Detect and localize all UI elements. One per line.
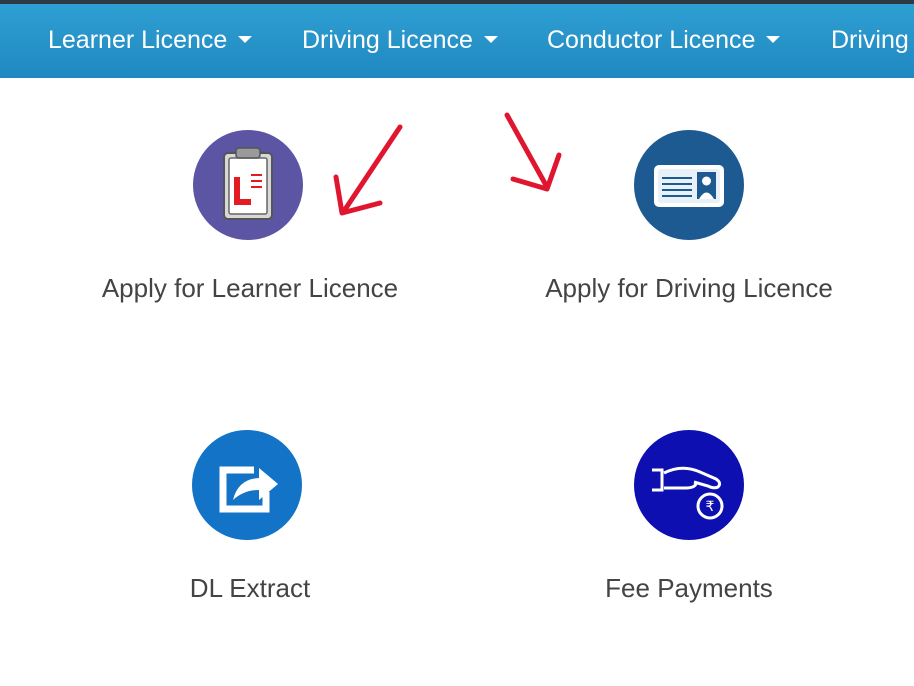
nav-driving-more[interactable]: Driving — [831, 4, 909, 78]
service-label: Apply for Learner Licence — [101, 273, 399, 303]
nav-conductor-licence-label: Conductor Licence — [547, 26, 756, 54]
main-navbar: Learner Licence Driving Licence Conducto… — [0, 4, 914, 78]
service-fee-payments[interactable]: ₹ Fee Payments — [479, 425, 899, 615]
service-label: Fee Payments — [605, 573, 773, 603]
nav-conductor-licence[interactable]: Conductor Licence — [547, 4, 781, 78]
nav-learner-licence-label: Learner Licence — [48, 26, 228, 54]
nav-learner-licence[interactable]: Learner Licence — [48, 4, 253, 78]
hand-rupee-icon: ₹ — [634, 430, 744, 540]
caret-down-icon — [238, 35, 253, 43]
service-apply-learner-licence[interactable]: Apply for Learner Licence — [40, 125, 460, 315]
share-export-icon — [192, 430, 302, 540]
service-label: DL Extract — [189, 573, 311, 603]
service-dl-extract[interactable]: DL Extract — [40, 425, 460, 615]
nav-driving-licence[interactable]: Driving Licence — [302, 4, 498, 78]
caret-down-icon — [766, 35, 781, 43]
service-label: Apply for Driving Licence — [545, 273, 833, 303]
caret-down-icon — [483, 35, 498, 43]
nav-driving-licence-label: Driving Licence — [302, 26, 473, 54]
service-apply-driving-licence[interactable]: Apply for Driving Licence — [479, 125, 899, 315]
svg-text:₹: ₹ — [706, 499, 715, 515]
nav-driving-more-label: Driving — [831, 26, 909, 54]
clipboard-l-icon — [193, 130, 303, 240]
id-card-icon — [634, 130, 744, 240]
